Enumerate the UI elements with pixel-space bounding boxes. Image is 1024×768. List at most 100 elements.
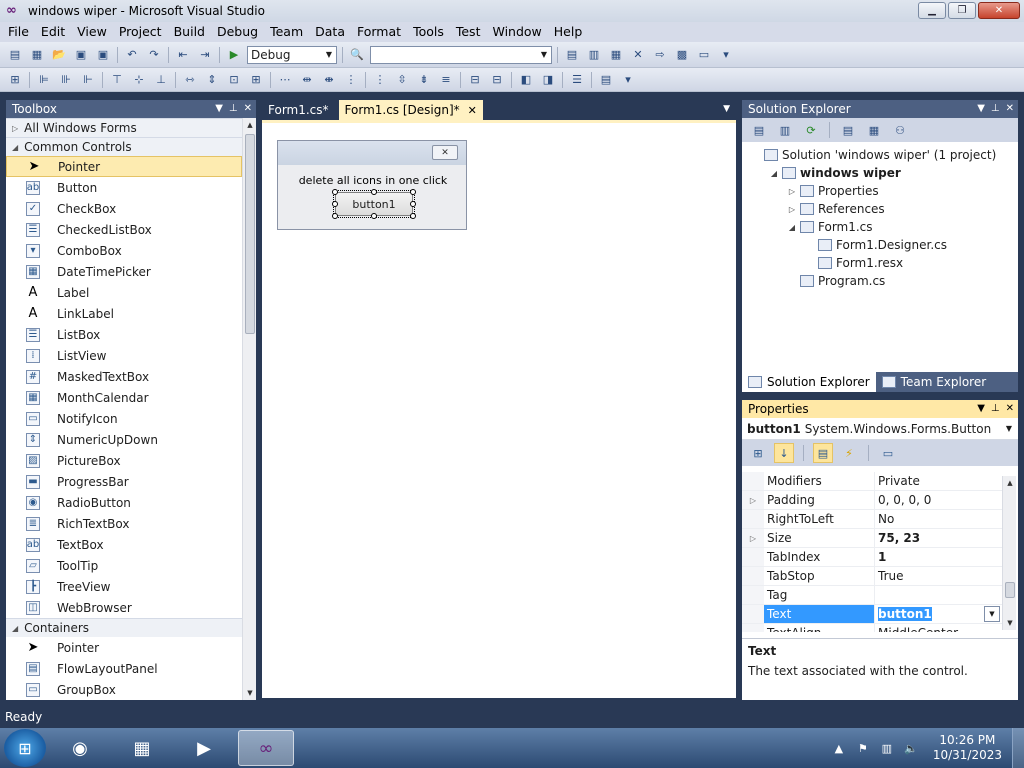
property-row-tag[interactable]: Tag: [742, 586, 1004, 605]
property-row-size[interactable]: ▷ Size 75, 23: [742, 529, 1004, 548]
scroll-down-icon[interactable]: ▼: [1003, 616, 1017, 630]
toolbox-item-radiobutton[interactable]: ◉ RadioButton: [6, 492, 242, 513]
toolbox-item-combobox[interactable]: ▾ ComboBox: [6, 240, 242, 261]
toolbar-options-icon[interactable]: ▾: [618, 71, 638, 89]
start-button[interactable]: ⊞: [4, 729, 46, 767]
media-player-taskbar-button[interactable]: ▶: [176, 730, 232, 766]
chevron-down-icon[interactable]: ▼: [984, 606, 1000, 622]
tab-team-explorer[interactable]: Team Explorer: [876, 372, 993, 392]
align-tops-icon[interactable]: ⊤: [107, 71, 127, 89]
action-center-icon[interactable]: ⚑: [855, 740, 871, 756]
size-to-grid-icon[interactable]: ⊞: [246, 71, 266, 89]
scroll-thumb[interactable]: [245, 134, 255, 334]
toolbox-group-containers[interactable]: ◢ Containers: [6, 618, 242, 637]
make-same-size-icon[interactable]: ⊡: [224, 71, 244, 89]
align-to-grid-icon[interactable]: ⊞: [5, 71, 25, 89]
maximize-button[interactable]: ❐: [948, 2, 976, 19]
scroll-thumb[interactable]: [1005, 582, 1015, 598]
menu-team[interactable]: Team: [264, 22, 309, 42]
menu-view[interactable]: View: [71, 22, 113, 42]
solution-node-form1-resx[interactable]: Form1.resx: [742, 254, 1018, 272]
horizontal-spacing-equal-icon[interactable]: ⋯: [275, 71, 295, 89]
align-lefts-icon[interactable]: ⊫: [34, 71, 54, 89]
window-position-icon[interactable]: ▼: [977, 100, 985, 118]
save-all-icon[interactable]: ▣: [93, 46, 113, 64]
property-row-tabstop[interactable]: TabStop True: [742, 567, 1004, 586]
menu-debug[interactable]: Debug: [211, 22, 264, 42]
toolbox-item-webbrowser[interactable]: ◫ WebBrowser: [6, 597, 242, 618]
expand-arrow-icon[interactable]: ▷: [742, 491, 764, 509]
align-bottoms-icon[interactable]: ⊥: [151, 71, 171, 89]
toolbox-item-datetimepicker[interactable]: ▦ DateTimePicker: [6, 261, 242, 282]
bring-to-front-icon[interactable]: ◧: [516, 71, 536, 89]
properties-icon[interactable]: ▤: [749, 121, 769, 139]
tab-form1-cs[interactable]: Form1.cs*: [262, 100, 335, 120]
volume-icon[interactable]: 🔈: [903, 740, 919, 756]
menu-edit[interactable]: Edit: [35, 22, 71, 42]
property-row-textalign[interactable]: TextAlignMiddleCenter: [742, 624, 1004, 632]
make-same-height-icon[interactable]: ⇕: [202, 71, 222, 89]
view-designer-icon[interactable]: ▦: [864, 121, 884, 139]
toolbox-item-checkedlistbox[interactable]: ☰ CheckedListBox: [6, 219, 242, 240]
property-value[interactable]: MiddleCenter: [875, 624, 1004, 632]
extension-manager-icon[interactable]: ▩: [672, 46, 692, 64]
menu-window[interactable]: Window: [486, 22, 547, 42]
toolbox-item-picturebox[interactable]: ▨ PictureBox: [6, 450, 242, 471]
find-in-files-icon[interactable]: 🔍: [347, 46, 367, 64]
menu-format[interactable]: Format: [351, 22, 407, 42]
resize-handle[interactable]: [410, 201, 416, 207]
toolbox-item-textbox[interactable]: ab TextBox: [6, 534, 242, 555]
properties-view-icon[interactable]: ▤: [813, 443, 833, 463]
open-file-icon[interactable]: 📂: [49, 46, 69, 64]
toolbox-item-groupbox[interactable]: ▭ GroupBox: [6, 679, 242, 700]
undo-icon[interactable]: ↶: [122, 46, 142, 64]
add-item-icon[interactable]: ▦: [27, 46, 47, 64]
form1-label[interactable]: delete all icons in one click: [278, 174, 468, 187]
menu-data[interactable]: Data: [309, 22, 351, 42]
tab-order-icon[interactable]: ☰: [567, 71, 587, 89]
toolbox-item-button[interactable]: ab Button: [6, 177, 242, 198]
expand-arrow-icon[interactable]: ▷: [786, 187, 798, 196]
object-selector[interactable]: button1 System.Windows.Forms.Button ▼: [742, 418, 1018, 440]
property-value[interactable]: Private: [875, 472, 1004, 490]
property-value[interactable]: 0, 0, 0, 0: [875, 491, 1004, 509]
menu-help[interactable]: Help: [548, 22, 589, 42]
find-combo[interactable]: ▼: [370, 45, 552, 64]
toolbox-item-pointer[interactable]: ➤ Pointer: [6, 637, 242, 658]
send-to-back-icon[interactable]: ◨: [538, 71, 558, 89]
properties-window-icon[interactable]: ▥: [584, 46, 604, 64]
navigate-forward-icon[interactable]: ⇥: [195, 46, 215, 64]
scroll-down-icon[interactable]: ▼: [243, 686, 257, 700]
clock[interactable]: 10:26 PM 10/31/2023: [933, 733, 1002, 763]
close-icon[interactable]: ✕: [1006, 400, 1014, 418]
property-pages-icon[interactable]: ▭: [878, 443, 898, 463]
resize-handle[interactable]: [410, 189, 416, 195]
scroll-up-icon[interactable]: ▲: [243, 118, 257, 132]
show-hidden-icons-icon[interactable]: ▲: [831, 740, 847, 756]
toolbox-group-common-controls[interactable]: ◢ Common Controls: [6, 137, 242, 156]
resize-handle[interactable]: [371, 189, 377, 195]
vertical-spacing-equal-icon[interactable]: ⋮: [370, 71, 390, 89]
remove-vertical-spacing-icon[interactable]: ≡: [436, 71, 456, 89]
toolbar-options-icon[interactable]: ▾: [716, 46, 736, 64]
alphabetical-icon[interactable]: ↓: [774, 443, 794, 463]
expand-arrow-icon[interactable]: ▷: [786, 205, 798, 214]
toolbox-item-pointer[interactable]: ➤ Pointer: [6, 156, 242, 177]
save-icon[interactable]: ▣: [71, 46, 91, 64]
object-browser-icon[interactable]: ▦: [606, 46, 626, 64]
property-value[interactable]: 1: [875, 548, 1004, 566]
property-value[interactable]: No: [875, 510, 1004, 528]
property-value[interactable]: button1 ▼: [875, 605, 1004, 623]
design-surface[interactable]: ✕ delete all icons in one click button1: [262, 120, 736, 698]
pin-icon[interactable]: ⊥: [991, 100, 1000, 118]
collapse-arrow-icon[interactable]: ◢: [786, 223, 798, 232]
view-class-diagram-icon[interactable]: ⚇: [890, 121, 910, 139]
toolbox-item-progressbar[interactable]: ▬ ProgressBar: [6, 471, 242, 492]
categorized-icon[interactable]: ⊞: [748, 443, 768, 463]
file-explorer-taskbar-button[interactable]: ▦: [114, 730, 170, 766]
window-position-icon[interactable]: ▼: [977, 400, 985, 418]
make-same-width-icon[interactable]: ⇿: [180, 71, 200, 89]
toolbox-icon[interactable]: ✕: [628, 46, 648, 64]
chrome-taskbar-button[interactable]: ◉: [52, 730, 108, 766]
toolbox-item-tooltip[interactable]: ▱ ToolTip: [6, 555, 242, 576]
